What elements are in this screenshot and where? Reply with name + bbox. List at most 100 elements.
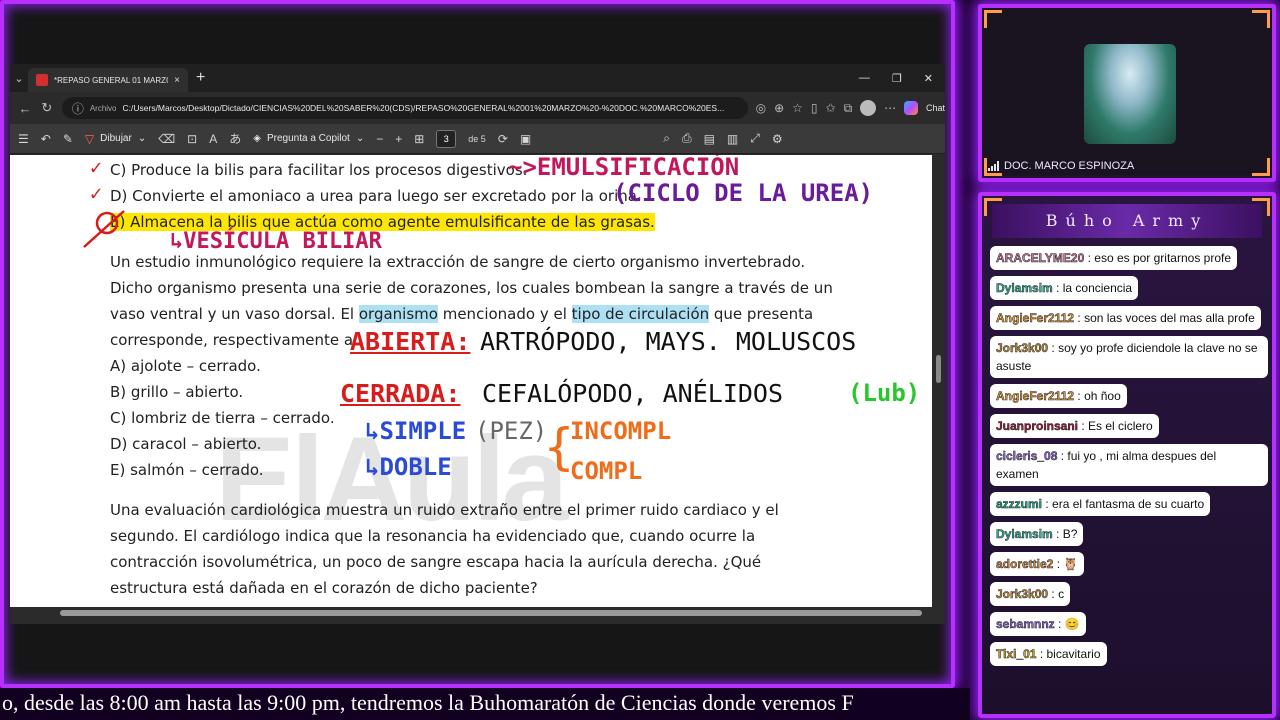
search-icon[interactable]: ⌕ [663,131,670,146]
horizontal-scrollbar[interactable] [10,607,932,619]
chat-username[interactable]: Juanproinsani [996,419,1079,434]
scrollbar-thumb[interactable] [60,610,922,616]
read-aloud-icon[interactable]: ◎ [756,101,766,115]
signal-icon [988,161,999,171]
news-ticker: o, desde las 8:00 am hasta las 9:00 pm, … [0,688,970,720]
chat-username[interactable]: sebamnnz [996,617,1055,632]
chat-username[interactable]: Jork3k00 [996,341,1049,356]
chat-separator: : [1053,557,1064,571]
chat-message: ARACELYME20 : eso es por gritarnos profe [990,246,1270,276]
settings-icon[interactable]: ⚙ [772,132,783,146]
answer-option-b: B) grillo – abierto. [110,383,244,401]
fit-page-icon[interactable]: ⊞ [414,132,424,146]
annotation-completa: COMPL [570,457,643,485]
ask-copilot-button[interactable]: ◈ Pregunta a Copilot ⌄ [253,133,364,144]
chat-username[interactable]: adorettie2 [996,557,1054,572]
text-format-icon[interactable]: A [209,132,217,146]
chat-username[interactable]: azzzumi [996,497,1043,512]
frame-corner [984,10,1002,28]
highlight-tipo-circulacion: tipo de circulación [571,305,710,323]
url-field[interactable]: ⓘ Archivo C:/Users/Marcos/Desktop/Dictad… [61,97,748,119]
annotation-vesicula-biliar: ↳VESÍCULA BILIAR [170,229,382,254]
browser-tab[interactable]: *REPASO GENERAL 01 MARZO - D × [28,68,188,92]
highlight-icon[interactable]: ✎ [63,132,73,146]
rotate-icon[interactable]: ⟳ [498,132,508,146]
chat-text: 😊 [1064,617,1080,631]
pen-icon: ▽ [84,131,95,146]
more-options-icon[interactable]: ⋯ [884,101,896,115]
tab-title: *REPASO GENERAL 01 MARZO - D [54,75,168,85]
chat-username[interactable]: ARACELYME20 [996,251,1085,266]
zoom-out-icon[interactable]: − [376,132,383,146]
chat-separator: : [1078,419,1089,433]
chat-username[interactable]: Tixi_01 [996,647,1037,662]
question-text-line: segundo. El cardiólogo indica que la res… [110,527,756,545]
contents-icon[interactable]: ☰ [18,132,29,146]
fullscreen-icon[interactable]: ⤢ [750,131,760,146]
url-text[interactable]: C:/Users/Marcos/Desktop/Dictado/CIENCIAS… [123,103,738,113]
chat-username[interactable]: Dylamsim [996,281,1053,296]
chevron-down-icon: ⌄ [137,133,147,144]
chat-text: era el fantasma de su cuarto [1052,497,1205,511]
chat-separator: : [1036,647,1047,661]
copilot-icon[interactable] [904,101,918,115]
chat-separator: : [1054,617,1065,631]
info-icon[interactable]: ⓘ [72,100,84,117]
translate-icon[interactable]: あ [229,130,241,147]
chat-separator: : [1084,251,1095,265]
chat-text: B? [1062,527,1078,541]
chat-username[interactable]: cicleris_08 [996,449,1058,464]
save-as-icon[interactable]: ▥ [727,132,738,146]
question-text-line: Un estudio inmunológico requiere la extr… [110,253,806,271]
question-text-line: Dicho organismo presenta una serie de co… [110,279,833,297]
chat-message: cicleris_08 : fui yo , mi alma despues d… [990,444,1270,492]
save-icon[interactable]: ▤ [704,132,715,146]
chat-message: AngieFer2112 : oh ñoo [990,384,1270,414]
profile-avatar[interactable] [860,100,877,116]
chat-separator: : [1042,497,1053,511]
chat-bubble: Jork3k00 : soy yo profe diciendole la cl… [990,336,1268,378]
print-icon[interactable]: ⎙ [682,131,692,146]
page-number-input[interactable] [436,129,457,148]
zoom-icon[interactable]: ⊕ [774,101,784,115]
split-screen-icon[interactable]: ▯ [811,101,818,115]
page-view-icon[interactable]: ▣ [520,132,531,146]
tab-close-icon[interactable]: × [174,75,180,86]
close-window-button[interactable]: ✕ [924,72,933,85]
minimize-button[interactable]: — [859,72,870,85]
highlight-organismo: organismo [358,305,438,323]
chat-bubble: ARACELYME20 : eso es por gritarnos profe [990,246,1238,270]
chat-username[interactable]: Jork3k00 [996,587,1049,602]
annotation-doble: ↳DOBLE [365,453,452,481]
chat-text: eso es por gritarnos profe [1094,251,1232,265]
back-icon[interactable]: ← [18,101,32,116]
chat-text: la conciencia [1062,281,1133,295]
chat-username[interactable]: Dylamsim [996,527,1053,542]
draw-label: Dibujar [100,133,132,144]
chat-username[interactable]: AngieFer2112 [996,311,1075,326]
scrollbar-thumb[interactable] [936,355,941,383]
chat-text: c [1058,587,1065,601]
question-text-line: Una evaluación cardiológica muestra un r… [110,501,779,519]
favorites-icon[interactable]: ✩ [826,101,836,115]
annotation-simple: ↳SIMPLE [365,417,467,445]
pdf-toolbar: ☰ ↶ ✎ ▽ Dibujar ⌄ ⌫ ⊡ A あ ◈ Pregunta a C… [10,124,945,154]
vertical-scrollbar[interactable] [932,155,945,609]
pdf-icon [36,74,48,86]
zoom-in-icon[interactable]: + [395,132,402,146]
chat-bubble: azzzumi : era el fantasma de su cuarto [990,492,1211,516]
prev-option-c: C) Produce la bilis para facilitar los p… [110,161,528,179]
undo-icon[interactable]: ↶ [41,132,51,146]
collections-icon[interactable]: ⧉ [844,101,853,116]
chat-button[interactable]: Chat [926,103,945,113]
favorite-star-icon[interactable]: ☆ [792,101,803,115]
tab-actions-chevron-icon[interactable]: ⌄ [10,72,28,85]
chat-message: Juanproinsani : Es el ciclero [990,414,1270,444]
text-box-icon[interactable]: ⊡ [187,132,197,146]
chat-username[interactable]: AngieFer2112 [996,389,1075,404]
eraser-icon[interactable]: ⌫ [158,132,175,146]
refresh-icon[interactable]: ↻ [40,100,54,116]
restore-button[interactable]: ❐ [892,72,902,85]
draw-button[interactable]: ▽ Dibujar ⌄ [85,132,146,146]
new-tab-button[interactable]: + [196,69,205,87]
